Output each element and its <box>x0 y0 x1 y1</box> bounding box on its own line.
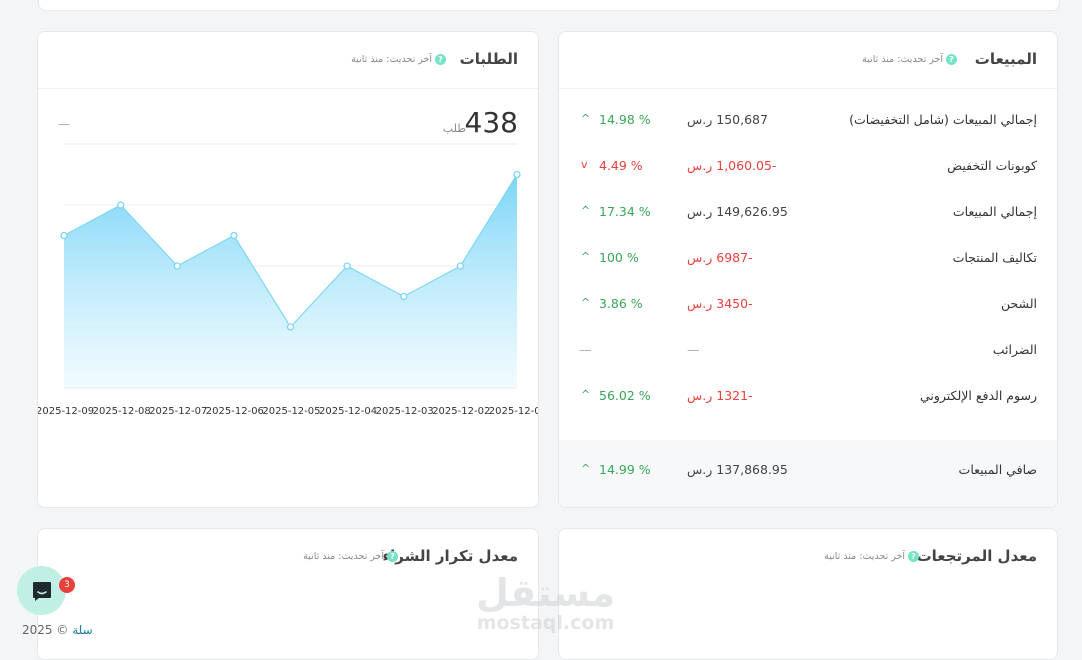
chart-point-2025-12-02 <box>456 262 465 270</box>
chart-x-label: 2025-12-09 <box>38 406 94 417</box>
sales-title: المبيعات <box>974 50 1037 68</box>
chart-point-2025-12-04 <box>343 262 351 270</box>
net-sales-row: صافي المبيعات 137,868.95 ر.س 14.99 % ^ <box>559 440 1057 507</box>
chart-point-2025-12-09 <box>60 231 68 240</box>
sales-row-pct: 17.34 % <box>599 204 651 219</box>
sales-row: كوبونات التخفيض -1,060.05 ر.س 4.49 % v <box>559 156 1057 176</box>
sales-row-label: إجمالي المبيعات <box>952 204 1037 219</box>
sales-row-label: الضرائب <box>992 342 1037 357</box>
help-icon[interactable]: ? <box>435 54 446 65</box>
chart-point-2025-12-01 <box>513 170 521 179</box>
repeat-meta-text: آخر تحديث: منذ ثانية <box>303 551 384 562</box>
net-sales-content: صافي المبيعات 137,868.95 ر.س 14.99 % ^ <box>559 460 1057 480</box>
watermark: مستقل mostaql.com <box>476 574 615 634</box>
returns-last-update: ? آخر تحديث: منذ ثانية <box>824 551 919 562</box>
trend-up-icon: ^ <box>581 462 591 475</box>
sales-row-pct: 4.49 % <box>599 158 643 173</box>
chart-point-2025-12-07 <box>173 262 181 270</box>
sales-row-amount: 149,626.95 ر.س <box>687 204 788 219</box>
watermark-arabic: مستقل <box>476 571 615 615</box>
trend-up-icon: ^ <box>581 204 591 217</box>
returns-meta-text: آخر تحديث: منذ ثانية <box>824 551 905 562</box>
returns-card-header: معدل المرتجعات ? آخر تحديث: منذ ثانية <box>559 529 1057 585</box>
trend-up-icon: ^ <box>581 296 591 309</box>
sales-row: تكاليف المنتجات -6987 ر.س 100 % ^ <box>559 248 1057 268</box>
help-icon[interactable]: ? <box>946 54 957 65</box>
help-icon[interactable]: ? <box>387 551 398 562</box>
sales-row-amount: -1321 ر.س <box>687 388 753 403</box>
sales-card: المبيعات ? آخر تحديث: منذ ثانية إجمالي ا… <box>558 31 1058 508</box>
sales-row: إجمالي المبيعات 149,626.95 ر.س 17.34 % ^ <box>559 202 1057 222</box>
trend-up-icon: ^ <box>581 112 591 125</box>
sales-row-amount: -3450 ر.س <box>687 296 753 311</box>
sales-row-pct: — <box>579 342 592 357</box>
help-icon[interactable]: ? <box>908 551 919 562</box>
chat-icon <box>32 581 51 601</box>
chart-x-label: 2025-12-03 <box>376 406 434 417</box>
sales-row-label: كوبونات التخفيض <box>947 158 1037 173</box>
chart-x-label: 2025-12-08 <box>93 406 151 417</box>
orders-title: الطلبات <box>459 50 518 68</box>
sales-row-label: الشحن <box>1000 296 1037 311</box>
footer: سلة © 2025 <box>22 623 93 637</box>
repeat-card-header: معدل تكرار الشراء ? آخر تحديث: منذ ثانية <box>38 529 538 585</box>
sales-row-label: رسوم الدفع الإلكتروني <box>919 388 1037 403</box>
net-sales-label: صافي المبيعات <box>958 462 1037 477</box>
trend-up-icon: ^ <box>581 250 591 263</box>
sales-row-pct: 100 % <box>599 250 639 265</box>
repeat-purchase-card: معدل تكرار الشراء ? آخر تحديث: منذ ثانية <box>37 528 539 660</box>
chart-x-label: 2025-12-04 <box>319 406 377 417</box>
sales-row-pct: 14.98 % <box>599 112 651 127</box>
footer-brand-link[interactable]: سلة <box>72 623 92 637</box>
orders-meta-text: آخر تحديث: منذ ثانية <box>351 54 432 65</box>
chart-point-2025-12-08 <box>116 201 125 209</box>
orders-card: الطلبات ? آخر تحديث: منذ ثانية 438 طلب —… <box>37 31 539 508</box>
footer-copyright: © 2025 <box>22 623 69 637</box>
repeat-title: معدل تكرار الشراء <box>382 547 518 565</box>
previous-card-edge <box>38 0 1060 11</box>
returns-title: معدل المرتجعات <box>916 547 1037 565</box>
chart-x-label: 2025-12-05 <box>262 406 320 417</box>
sales-row: الضرائب — — <box>559 340 1057 360</box>
sales-row: إجمالي المبيعات (شامل التخفيضات) 150,687 … <box>559 110 1057 130</box>
chat-button[interactable] <box>17 566 66 615</box>
sales-row-amount: -6987 ر.س <box>687 250 753 265</box>
orders-chart: 2025-12-092025-12-082025-12-072025-12-06… <box>38 143 538 417</box>
sales-card-header: المبيعات ? آخر تحديث: منذ ثانية <box>559 32 1057 89</box>
sales-row: الشحن -3450 ر.س 3.86 % ^ <box>559 294 1057 314</box>
chart-x-label: 2025-12-0 <box>489 406 538 417</box>
returns-card: معدل المرتجعات ? آخر تحديث: منذ ثانية <box>558 528 1058 660</box>
sales-row-label: إجمالي المبيعات (شامل التخفيضات) <box>849 112 1037 127</box>
net-sales-amount: 137,868.95 ر.س <box>687 462 788 477</box>
chart-x-label: 2025-12-07 <box>149 406 207 417</box>
chart-x-labels: 2025-12-092025-12-082025-12-072025-12-06… <box>38 406 538 417</box>
net-sales-pct: 14.99 % <box>599 462 651 477</box>
trend-down-icon: v <box>581 158 588 171</box>
watermark-latin: mostaql.com <box>476 612 615 634</box>
chat-unread-badge: 3 <box>59 577 75 593</box>
chart-point-2025-12-06 <box>230 231 238 240</box>
chart-area <box>64 174 517 388</box>
chart-x-label: 2025-12-02 <box>432 406 490 417</box>
orders-card-header: الطلبات ? آخر تحديث: منذ ثانية <box>38 32 538 89</box>
sales-last-update: ? آخر تحديث: منذ ثانية <box>862 54 957 65</box>
chart-point-2025-12-03 <box>400 292 408 301</box>
chart-point-2025-12-05 <box>286 323 295 331</box>
sales-row-pct: 3.86 % <box>599 296 643 311</box>
repeat-last-update: ? آخر تحديث: منذ ثانية <box>303 551 398 562</box>
sales-row-amount: — <box>687 342 700 357</box>
chart-x-label: 2025-12-06 <box>206 406 264 417</box>
sales-meta-text: آخر تحديث: منذ ثانية <box>862 54 943 65</box>
sales-row-pct: 56.02 % <box>599 388 651 403</box>
orders-last-update: ? آخر تحديث: منذ ثانية <box>351 54 446 65</box>
orders-comparison-dash: — <box>58 117 70 131</box>
sales-row: رسوم الدفع الإلكتروني -1321 ر.س 56.02 % ^ <box>559 386 1057 406</box>
sales-row-label: تكاليف المنتجات <box>952 250 1037 265</box>
sales-row-amount: -1,060.05 ر.س <box>687 158 777 173</box>
sales-row-amount: 150,687 ر.س <box>687 112 768 127</box>
trend-up-icon: ^ <box>581 388 591 401</box>
